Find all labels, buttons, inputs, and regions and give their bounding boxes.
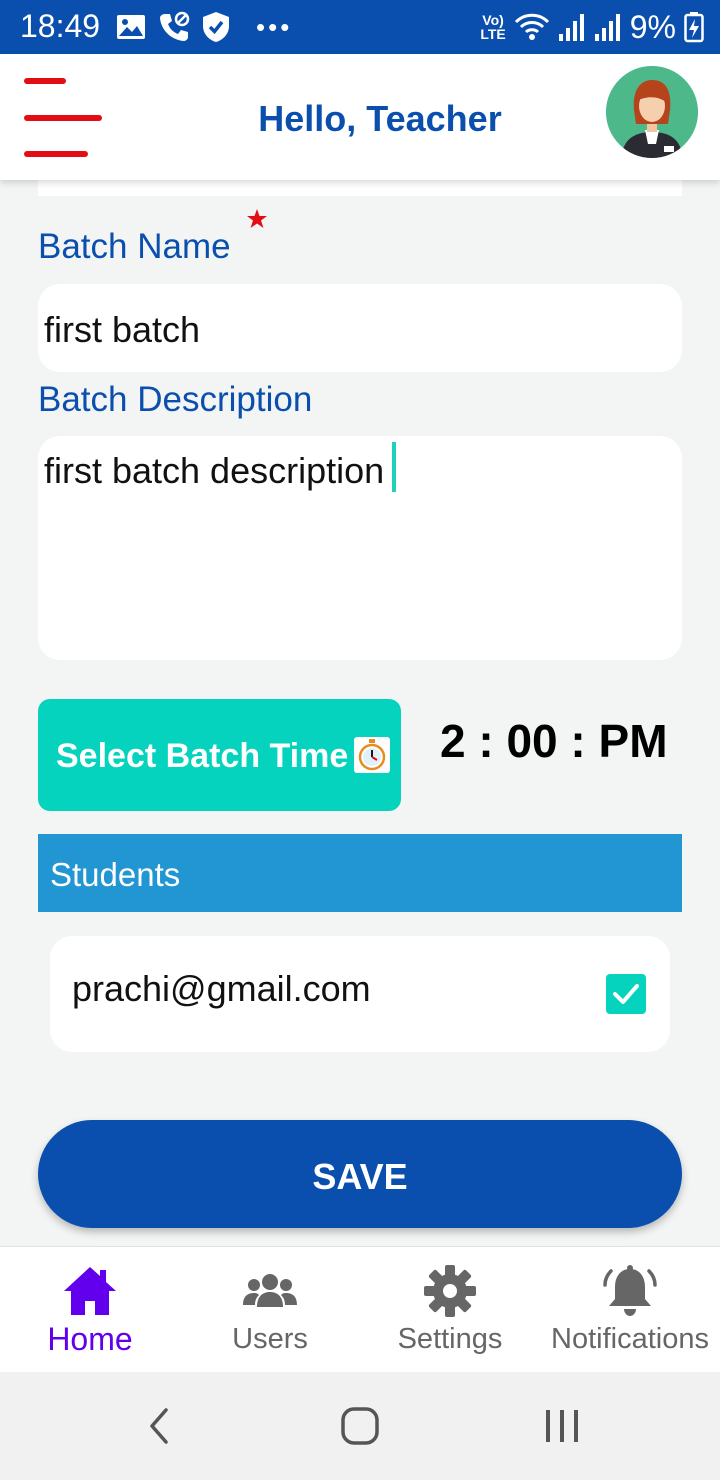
stopwatch-icon bbox=[354, 737, 390, 773]
nav-item-users[interactable]: Users bbox=[180, 1247, 360, 1373]
wifi-icon bbox=[514, 13, 549, 40]
menu-line-top bbox=[24, 78, 66, 84]
shield-icon bbox=[203, 12, 229, 42]
status-bar: 18:49 ••• Vo) LTE 9% bbox=[0, 0, 720, 54]
image-icon bbox=[117, 15, 145, 39]
bottom-navigation: Home Users Settings Notifications bbox=[0, 1246, 720, 1372]
status-icons-left: ••• bbox=[116, 10, 292, 44]
nav-label-users: Users bbox=[232, 1323, 308, 1355]
save-label: SAVE bbox=[312, 1156, 408, 1197]
signal-icon bbox=[558, 14, 584, 41]
back-icon[interactable] bbox=[140, 1406, 180, 1446]
nav-item-home[interactable]: Home bbox=[0, 1247, 180, 1373]
menu-line-bottom bbox=[24, 151, 88, 157]
users-icon bbox=[243, 1274, 297, 1307]
recent-apps-icon[interactable] bbox=[542, 1406, 582, 1446]
student-email: prachi@gmail.com bbox=[72, 968, 371, 1009]
nav-item-settings[interactable]: Settings bbox=[360, 1247, 540, 1373]
battery-level: 9% bbox=[629, 8, 676, 45]
more-dots-icon: ••• bbox=[256, 11, 293, 42]
batch-description-value: first batch description bbox=[44, 450, 385, 491]
students-label: Students bbox=[50, 856, 181, 893]
gear-icon bbox=[424, 1265, 476, 1317]
nav-item-notifications[interactable]: Notifications bbox=[540, 1247, 720, 1373]
batch-description-input[interactable]: first batch description bbox=[38, 436, 682, 660]
app-header: Hello, Teacher bbox=[0, 54, 720, 180]
batch-name-label: Batch Name bbox=[38, 227, 231, 266]
form-card-top bbox=[38, 180, 682, 196]
students-section-header: Students bbox=[38, 834, 682, 912]
status-time: 18:49 bbox=[20, 8, 101, 44]
system-navigation-bar bbox=[0, 1372, 720, 1480]
nav-label-notifications: Notifications bbox=[551, 1323, 709, 1355]
avatar[interactable] bbox=[606, 66, 698, 158]
battery-charging-icon bbox=[684, 12, 704, 43]
nav-label-settings: Settings bbox=[397, 1323, 503, 1355]
teacher-avatar-icon bbox=[606, 66, 698, 158]
text-cursor bbox=[392, 442, 396, 492]
batch-description-label: Batch Description bbox=[38, 380, 313, 419]
student-list-item[interactable]: prachi@gmail.com bbox=[50, 936, 670, 1052]
student-checkbox[interactable] bbox=[606, 974, 646, 1014]
bell-icon bbox=[603, 1265, 657, 1316]
checkmark-icon bbox=[613, 984, 639, 1004]
wifi-call-icon bbox=[160, 11, 190, 41]
nav-label-home: Home bbox=[47, 1321, 133, 1357]
signal-icon-2 bbox=[594, 14, 620, 41]
batch-name-value: first batch bbox=[44, 309, 201, 350]
select-batch-time-label: Select Batch Time bbox=[56, 737, 349, 775]
home-button-icon[interactable] bbox=[340, 1406, 380, 1446]
batch-name-input[interactable]: first batch bbox=[38, 284, 682, 372]
selected-time: 2 : 00 : PM bbox=[440, 715, 668, 767]
select-batch-time-button[interactable]: Select Batch Time bbox=[38, 699, 401, 811]
save-button[interactable]: SAVE bbox=[38, 1120, 682, 1228]
required-star-icon bbox=[247, 209, 267, 228]
volte-icon: Vo) LTE bbox=[480, 12, 506, 42]
status-icons-right: Vo) LTE 9% bbox=[480, 8, 704, 45]
home-icon bbox=[64, 1267, 116, 1315]
